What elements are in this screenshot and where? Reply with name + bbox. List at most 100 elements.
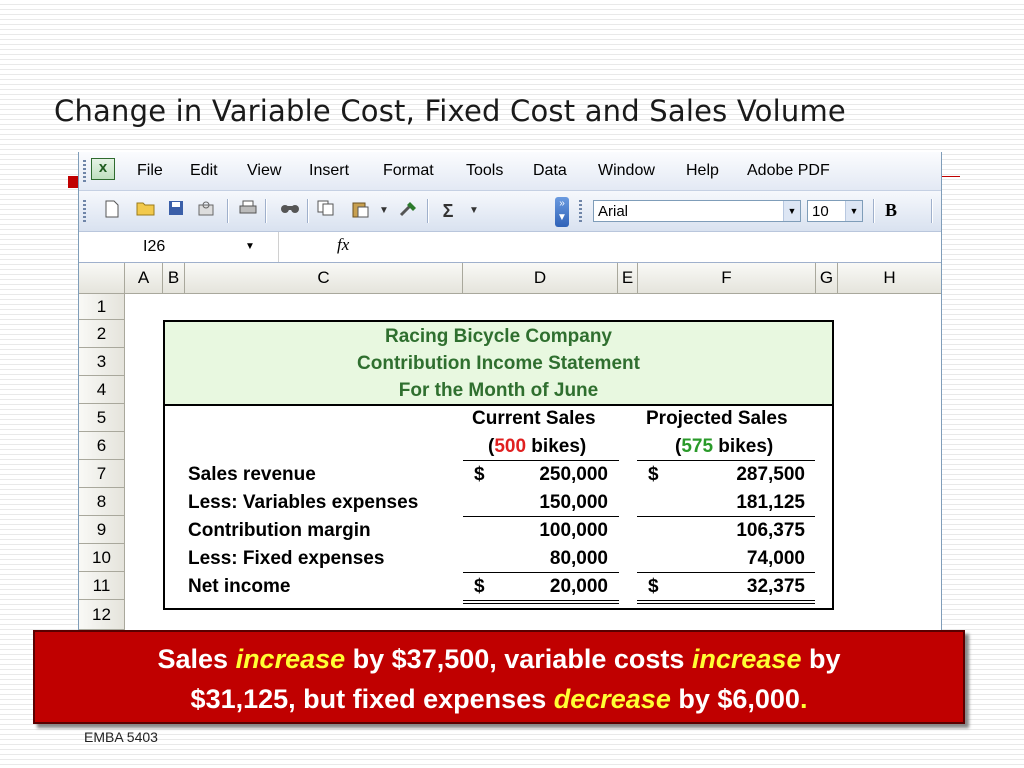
menubar-grip[interactable] — [83, 160, 86, 182]
callout-emphasis: increase — [691, 644, 802, 674]
callout-text: $31,125, but fixed expenses — [190, 684, 554, 714]
current-units-cell: (500 bikes) — [488, 436, 586, 458]
menu-tools[interactable]: Tools — [466, 162, 503, 180]
paste-dropdown-icon[interactable]: ▼ — [373, 200, 395, 222]
current-value: 20,000 — [549, 576, 608, 597]
projected-value: 74,000 — [746, 548, 805, 569]
column-header-f[interactable]: F — [638, 263, 816, 293]
menu-view[interactable]: View — [247, 162, 281, 180]
menu-help[interactable]: Help — [686, 162, 719, 180]
font-name-select[interactable]: Arial ▼ — [593, 200, 801, 222]
column-header-d[interactable]: D — [463, 263, 618, 293]
current-units-value: 500 — [494, 436, 527, 457]
new-document-icon[interactable] — [101, 200, 123, 222]
font-size-select[interactable]: 10 ▼ — [807, 200, 863, 222]
current-value: 150,000 — [539, 492, 608, 513]
row-header[interactable]: 9 — [79, 516, 125, 544]
menu-insert[interactable]: Insert — [309, 162, 349, 180]
menu-edit[interactable]: Edit — [190, 162, 218, 180]
total-double-underline-projected — [637, 600, 815, 601]
excel-document-icon[interactable]: X — [91, 158, 115, 180]
autosum-icon[interactable]: Σ — [437, 200, 459, 222]
column-headers: A B C D E F G H — [79, 263, 941, 294]
save-icon[interactable] — [165, 200, 187, 222]
permission-icon[interactable] — [195, 200, 217, 222]
statement-title: Contribution Income Statement — [357, 353, 640, 374]
paste-icon[interactable] — [349, 200, 371, 222]
projected-value: 106,375 — [736, 520, 805, 541]
dollar-sign: $ — [474, 464, 485, 485]
menu-format[interactable]: Format — [383, 162, 434, 180]
toolbar-separator — [427, 199, 429, 223]
dollar-sign: $ — [648, 464, 659, 485]
row-header[interactable]: 3 — [79, 348, 125, 376]
callout-text: by $6,000 — [670, 684, 800, 714]
title-bullet — [68, 176, 78, 188]
slide-footer: EMBA 5403 — [84, 729, 158, 745]
toolbar-separator — [227, 199, 229, 223]
callout-emphasis: decrease — [553, 684, 671, 714]
worksheet-grid[interactable]: Racing Bicycle Company Contribution Inco… — [125, 294, 941, 630]
chevron-down-icon[interactable]: ▼ — [845, 201, 862, 221]
formula-bar: I26 ▼ fx — [79, 232, 941, 263]
open-folder-icon[interactable] — [135, 200, 157, 222]
toolbar-options-chevron-icon[interactable]: » ▼ — [555, 197, 569, 227]
callout-text: by — [801, 644, 841, 674]
name-box-dropdown-icon[interactable]: ▼ — [245, 232, 255, 262]
total-double-underline-projected — [637, 603, 815, 604]
row-header[interactable]: 11 — [79, 572, 125, 600]
menu-window[interactable]: Window — [598, 162, 655, 180]
row-header[interactable]: 1 — [79, 294, 125, 320]
projected-units-value: 575 — [681, 436, 714, 457]
column-header-b[interactable]: B — [163, 263, 185, 293]
row-header[interactable]: 2 — [79, 320, 125, 348]
total-double-underline-current — [463, 603, 619, 604]
column-header-a[interactable]: A — [125, 263, 163, 293]
research-icon[interactable] — [279, 200, 301, 222]
name-box-value: I26 — [143, 238, 166, 255]
column-header-h[interactable]: H — [838, 263, 941, 293]
column-header-c[interactable]: C — [185, 263, 463, 293]
row-header[interactable]: 10 — [79, 544, 125, 572]
autosum-dropdown-icon[interactable]: ▼ — [463, 200, 485, 222]
title-rule — [940, 176, 960, 177]
projected-sales-header: Projected Sales — [646, 408, 788, 429]
select-all-corner[interactable] — [79, 263, 125, 293]
copy-icon[interactable] — [315, 200, 337, 222]
format-painter-icon[interactable] — [397, 200, 419, 222]
column-header-e[interactable]: E — [618, 263, 638, 293]
menu-data[interactable]: Data — [533, 162, 567, 180]
line-label: Sales revenue — [188, 464, 316, 485]
subtotal-underline-projected — [637, 516, 815, 517]
statement-header: Racing Bicycle Company Contribution Inco… — [165, 322, 832, 406]
toolbar-grip[interactable] — [83, 200, 86, 222]
menu-file[interactable]: File — [137, 162, 163, 180]
current-value: 80,000 — [549, 548, 608, 569]
row-header[interactable]: 12 — [79, 600, 125, 630]
row-header[interactable]: 5 — [79, 404, 125, 432]
excel-window: X File Edit View Insert Format Tools Dat… — [78, 152, 942, 630]
callout-emphasis: increase — [235, 644, 346, 674]
toolbar-separator — [873, 199, 875, 223]
row-header[interactable]: 6 — [79, 432, 125, 460]
header-underline-projected — [637, 460, 815, 461]
print-icon[interactable] — [237, 200, 259, 222]
projected-value: 287,500 — [736, 464, 805, 485]
column-header-g[interactable]: G — [816, 263, 838, 293]
row-header[interactable]: 4 — [79, 376, 125, 404]
current-value: 250,000 — [539, 464, 608, 485]
chevron-down-icon[interactable]: ▼ — [783, 201, 800, 221]
menu-bar: X File Edit View Insert Format Tools Dat… — [79, 152, 941, 191]
menu-adobe-pdf[interactable]: Adobe PDF — [747, 162, 830, 180]
slide-title: Change in Variable Cost, Fixed Cost and … — [54, 94, 846, 128]
row-header[interactable]: 8 — [79, 488, 125, 516]
row-header[interactable]: 7 — [79, 460, 125, 488]
insert-function-icon[interactable]: fx — [337, 235, 349, 255]
current-value: 100,000 — [539, 520, 608, 541]
statement-period: For the Month of June — [398, 380, 599, 401]
toolbar-separator — [265, 199, 267, 223]
subtotal-underline-current — [463, 572, 619, 573]
formatting-toolbar-grip[interactable] — [579, 200, 582, 222]
bold-button[interactable]: B — [885, 200, 897, 221]
line-label: Net income — [188, 576, 291, 597]
